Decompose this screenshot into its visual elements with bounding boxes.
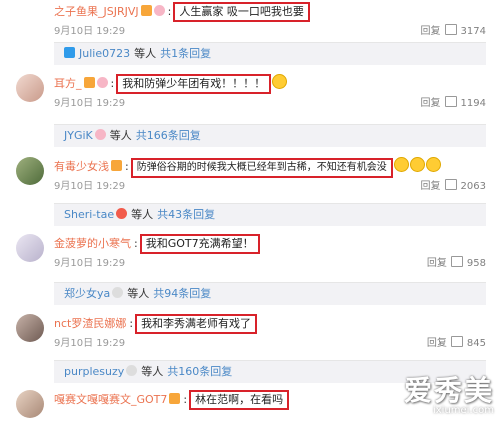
- avatar[interactable]: [16, 314, 44, 342]
- username-link[interactable]: nct罗渣民娜娜: [54, 317, 126, 330]
- comment-actions: 回复 958: [423, 254, 486, 269]
- avatar[interactable]: [16, 74, 44, 102]
- level-badge-icon: [153, 5, 165, 16]
- comment-line: nct罗渣民娜娜: 我和李秀满老师有戏了: [54, 314, 258, 334]
- reply-button[interactable]: 回复: [421, 181, 441, 192]
- colon: :: [183, 393, 188, 406]
- reply-summary[interactable]: 郑少女ya 等人 共94条回复: [54, 282, 486, 305]
- vip-badge-icon: [169, 393, 181, 404]
- comment-actions: 回复 3174: [417, 22, 486, 37]
- reply-badge-icon: [126, 365, 138, 376]
- vip-badge-icon: [111, 160, 122, 171]
- comment-line: 金菠萝的小寒气: 我和GOT7充满希望！: [54, 234, 260, 254]
- avatar[interactable]: [16, 390, 44, 418]
- comment-actions: 回复 845: [423, 334, 486, 349]
- emoji-icon: [409, 157, 425, 172]
- comment-time: 9月10日 19:29: [54, 26, 126, 37]
- comment-line: 有毒少女浅: 防弹俗谷期的时候我大概已经年到古稀，不知还有机会没: [54, 157, 441, 178]
- reply-button[interactable]: 回复: [427, 258, 447, 269]
- vip-badge-icon: [140, 5, 152, 16]
- comment-item: 有毒少女浅: 防弹俗谷期的时候我大概已经年到古稀，不知还有机会没 9月10日 19…: [0, 155, 500, 195]
- comment-text: 我和GOT7充满希望！: [139, 234, 260, 254]
- comment-item: 耳方_: 我和防弹少年团有戏！！！！ 9月10日 19:29 回复 1194: [0, 72, 500, 112]
- username-link[interactable]: 之子鱼果_JSJRJVJ: [54, 5, 139, 18]
- reply-icon: [64, 47, 75, 58]
- comment-text: 我和防弹少年团有戏！！！！: [116, 74, 272, 94]
- reply-badge-icon: [116, 208, 128, 219]
- comment-text: 林在范啊，在看吗: [189, 390, 290, 410]
- vip-badge-icon: [83, 77, 95, 88]
- comment-actions: 回复 1194: [417, 94, 486, 109]
- more-replies-link[interactable]: 共43条回复: [157, 208, 215, 221]
- comment-line: 耳方_: 我和防弹少年团有戏！！！！: [54, 74, 288, 94]
- site-watermark: 爱秀美 ixiumei.com: [404, 369, 494, 416]
- comment-text: 我和李秀满老师有戏了: [135, 314, 258, 334]
- comment-text: 人生赢家 吸一口吧我也要: [173, 2, 310, 22]
- like-count: 845: [466, 338, 486, 349]
- reply-badge-icon: [94, 129, 106, 140]
- username-link[interactable]: 金菠萝的小寒气: [54, 237, 131, 250]
- reply-etc: 等人: [131, 208, 154, 221]
- reply-etc: 等人: [127, 287, 150, 300]
- reply-user-link[interactable]: purplesuzy: [64, 365, 124, 378]
- reply-summary[interactable]: JYGiK 等人 共166条回复: [54, 124, 486, 147]
- comment-text: 防弹俗谷期的时候我大概已经年到古稀，不知还有机会没: [130, 158, 393, 178]
- comment-item: 金菠萝的小寒气: 我和GOT7充满希望！ 9月10日 19:29 回复 958: [0, 232, 500, 272]
- emoji-icon: [272, 74, 288, 89]
- reply-user-link[interactable]: Sheri-tae: [64, 208, 114, 221]
- colon: :: [125, 160, 129, 173]
- comment-time: 9月10日 19:29: [54, 258, 126, 269]
- comment-time: 9月10日 19:29: [54, 338, 126, 349]
- comment-line: 嘎赛文嘎嘎赛文_GOT7: 林在范啊，在看吗: [54, 390, 290, 410]
- reply-summary[interactable]: Julie0723 等人 共1条回复: [54, 42, 486, 65]
- comment-time: 9月10日 19:29: [54, 181, 126, 192]
- like-icon[interactable]: [444, 24, 457, 35]
- username-link[interactable]: 耳方_: [54, 77, 82, 90]
- comment-time: 9月10日 19:29: [54, 98, 126, 109]
- reply-etc: 等人: [109, 129, 132, 142]
- like-icon[interactable]: [444, 179, 457, 190]
- colon: :: [167, 5, 172, 18]
- username-link[interactable]: 有毒少女浅: [54, 160, 109, 173]
- comment-item: nct罗渣民娜娜: 我和李秀满老师有戏了 9月10日 19:29 回复 845: [0, 312, 500, 352]
- reply-summary[interactable]: Sheri-tae 等人 共43条回复: [54, 203, 486, 226]
- like-icon[interactable]: [450, 336, 463, 347]
- comment-item: 之子鱼果_JSJRJVJ: 人生赢家 吸一口吧我也要 9月10日 19:29 回复…: [0, 0, 500, 40]
- colon: :: [134, 237, 138, 250]
- reply-button[interactable]: 回复: [421, 98, 441, 109]
- like-icon[interactable]: [450, 256, 463, 267]
- reply-user-link[interactable]: 郑少女ya: [64, 287, 110, 300]
- emoji-icon: [393, 157, 409, 172]
- reply-user-link[interactable]: JYGiK: [64, 129, 93, 142]
- more-replies-link[interactable]: 共166条回复: [136, 129, 201, 142]
- username-link[interactable]: 嘎赛文嘎嘎赛文_GOT7: [54, 393, 167, 406]
- more-replies-link[interactable]: 共94条回复: [153, 287, 211, 300]
- like-count: 958: [466, 258, 486, 269]
- reply-button[interactable]: 回复: [421, 26, 441, 37]
- level-badge-icon: [96, 77, 108, 88]
- watermark-logo: 爱秀美: [403, 374, 494, 407]
- more-replies-link[interactable]: 共160条回复: [167, 365, 232, 378]
- reply-badge-icon: [112, 287, 124, 298]
- like-count: 1194: [460, 98, 486, 109]
- reply-button[interactable]: 回复: [427, 338, 447, 349]
- like-count: 3174: [460, 26, 486, 37]
- like-icon[interactable]: [444, 96, 457, 107]
- reply-user-link[interactable]: Julie0723: [79, 47, 130, 60]
- comment-actions: 回复 2063: [417, 177, 486, 192]
- more-replies-link[interactable]: 共1条回复: [160, 47, 211, 60]
- emoji-icon: [425, 157, 441, 172]
- avatar[interactable]: [16, 234, 44, 262]
- like-count: 2063: [460, 181, 486, 192]
- comment-line: 之子鱼果_JSJRJVJ: 人生赢家 吸一口吧我也要: [54, 2, 310, 22]
- avatar[interactable]: [16, 157, 44, 185]
- colon: :: [129, 317, 134, 330]
- reply-etc: 等人: [141, 365, 164, 378]
- colon: :: [110, 77, 115, 90]
- reply-etc: 等人: [134, 47, 157, 60]
